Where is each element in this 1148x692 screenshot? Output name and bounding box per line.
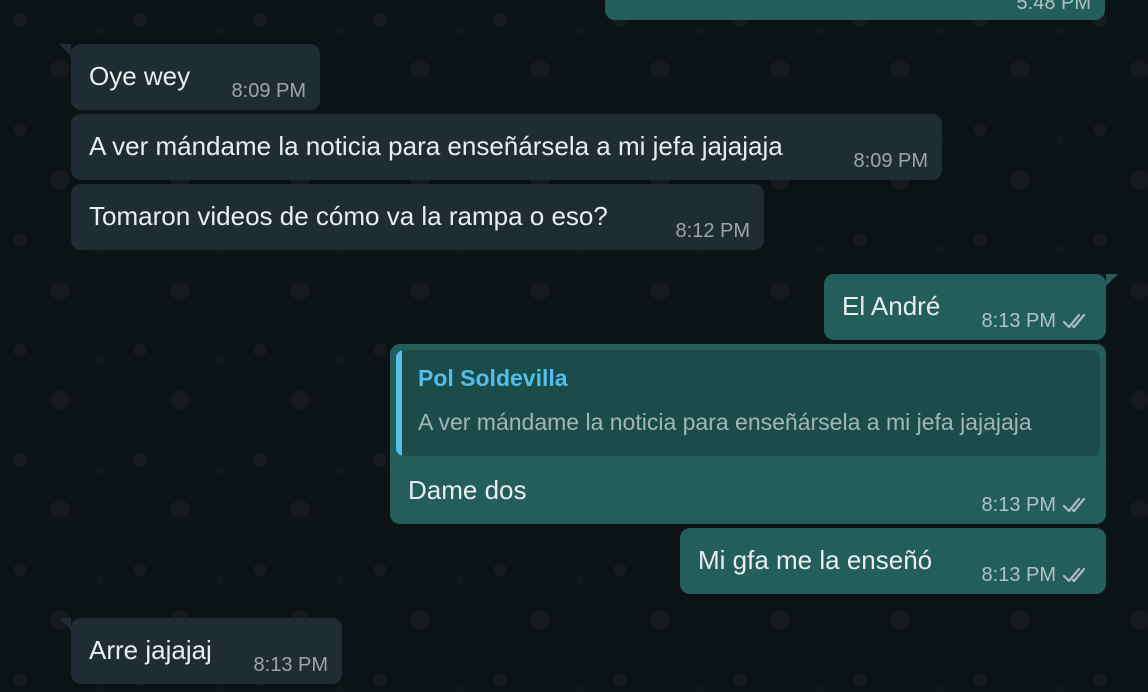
message-time: 8:12 PM [675,220,750,242]
message-text: Mi gfa me la enseñó [698,545,933,575]
message-meta: 8:09 PM [232,80,306,102]
message-incoming[interactable]: Tomaron videos de cómo va la rampa o eso… [71,184,764,250]
message-time: 8:13 PM [253,654,328,676]
message-text: Oye wey [89,61,191,91]
message-text: El André [842,291,941,321]
message-text: A ver mándame la noticia para enseñársel… [89,131,783,161]
message-time: 8:13 PM [981,494,1056,516]
message-time: 8:13 PM [981,564,1056,586]
double-check-icon [1062,497,1086,513]
message-time: 8:13 PM [981,310,1056,332]
quoted-message[interactable]: Pol Soldevilla A ver mándame la noticia … [396,350,1100,456]
message-outgoing[interactable]: 5:48 PM [605,0,1105,20]
message-time: 8:09 PM [853,150,928,172]
message-meta: 8:13 PM [254,654,328,676]
quote-accent-bar [396,350,402,456]
message-outgoing[interactable]: Mi gfa me la enseñó 8:13 PM [680,528,1106,594]
message-outgoing[interactable]: El André 8:13 PM [824,274,1118,340]
message-meta: 8:13 PM [982,564,1092,586]
chat-conversation: 5:48 PM Oye wey 8:09 PM A ver mándame la… [0,0,1148,692]
message-incoming[interactable]: A ver mándame la noticia para enseñársel… [71,114,942,180]
double-check-icon [1062,567,1086,583]
message-incoming[interactable]: Oye wey 8:09 PM [59,44,320,110]
message-time: 5:48 PM [1016,0,1091,14]
double-check-icon [1062,313,1086,329]
message-meta: 8:09 PM [854,150,928,172]
message-meta: 5:48 PM [1017,0,1091,14]
message-text: Arre jajajaj [89,635,212,665]
quote-author: Pol Soldevilla [418,365,568,391]
message-text: Dame dos [408,475,527,505]
message-meta: 8:13 PM [982,494,1092,516]
quote-text: A ver mándame la noticia para enseñársel… [418,409,1032,435]
message-text: Tomaron videos de cómo va la rampa o eso… [89,201,608,231]
message-meta: 8:13 PM [982,310,1092,332]
message-time: 8:09 PM [231,80,306,102]
message-outgoing-reply[interactable]: Pol Soldevilla A ver mándame la noticia … [390,344,1106,524]
message-meta: 8:12 PM [676,220,750,242]
message-incoming[interactable]: Arre jajajaj 8:13 PM [59,618,342,684]
